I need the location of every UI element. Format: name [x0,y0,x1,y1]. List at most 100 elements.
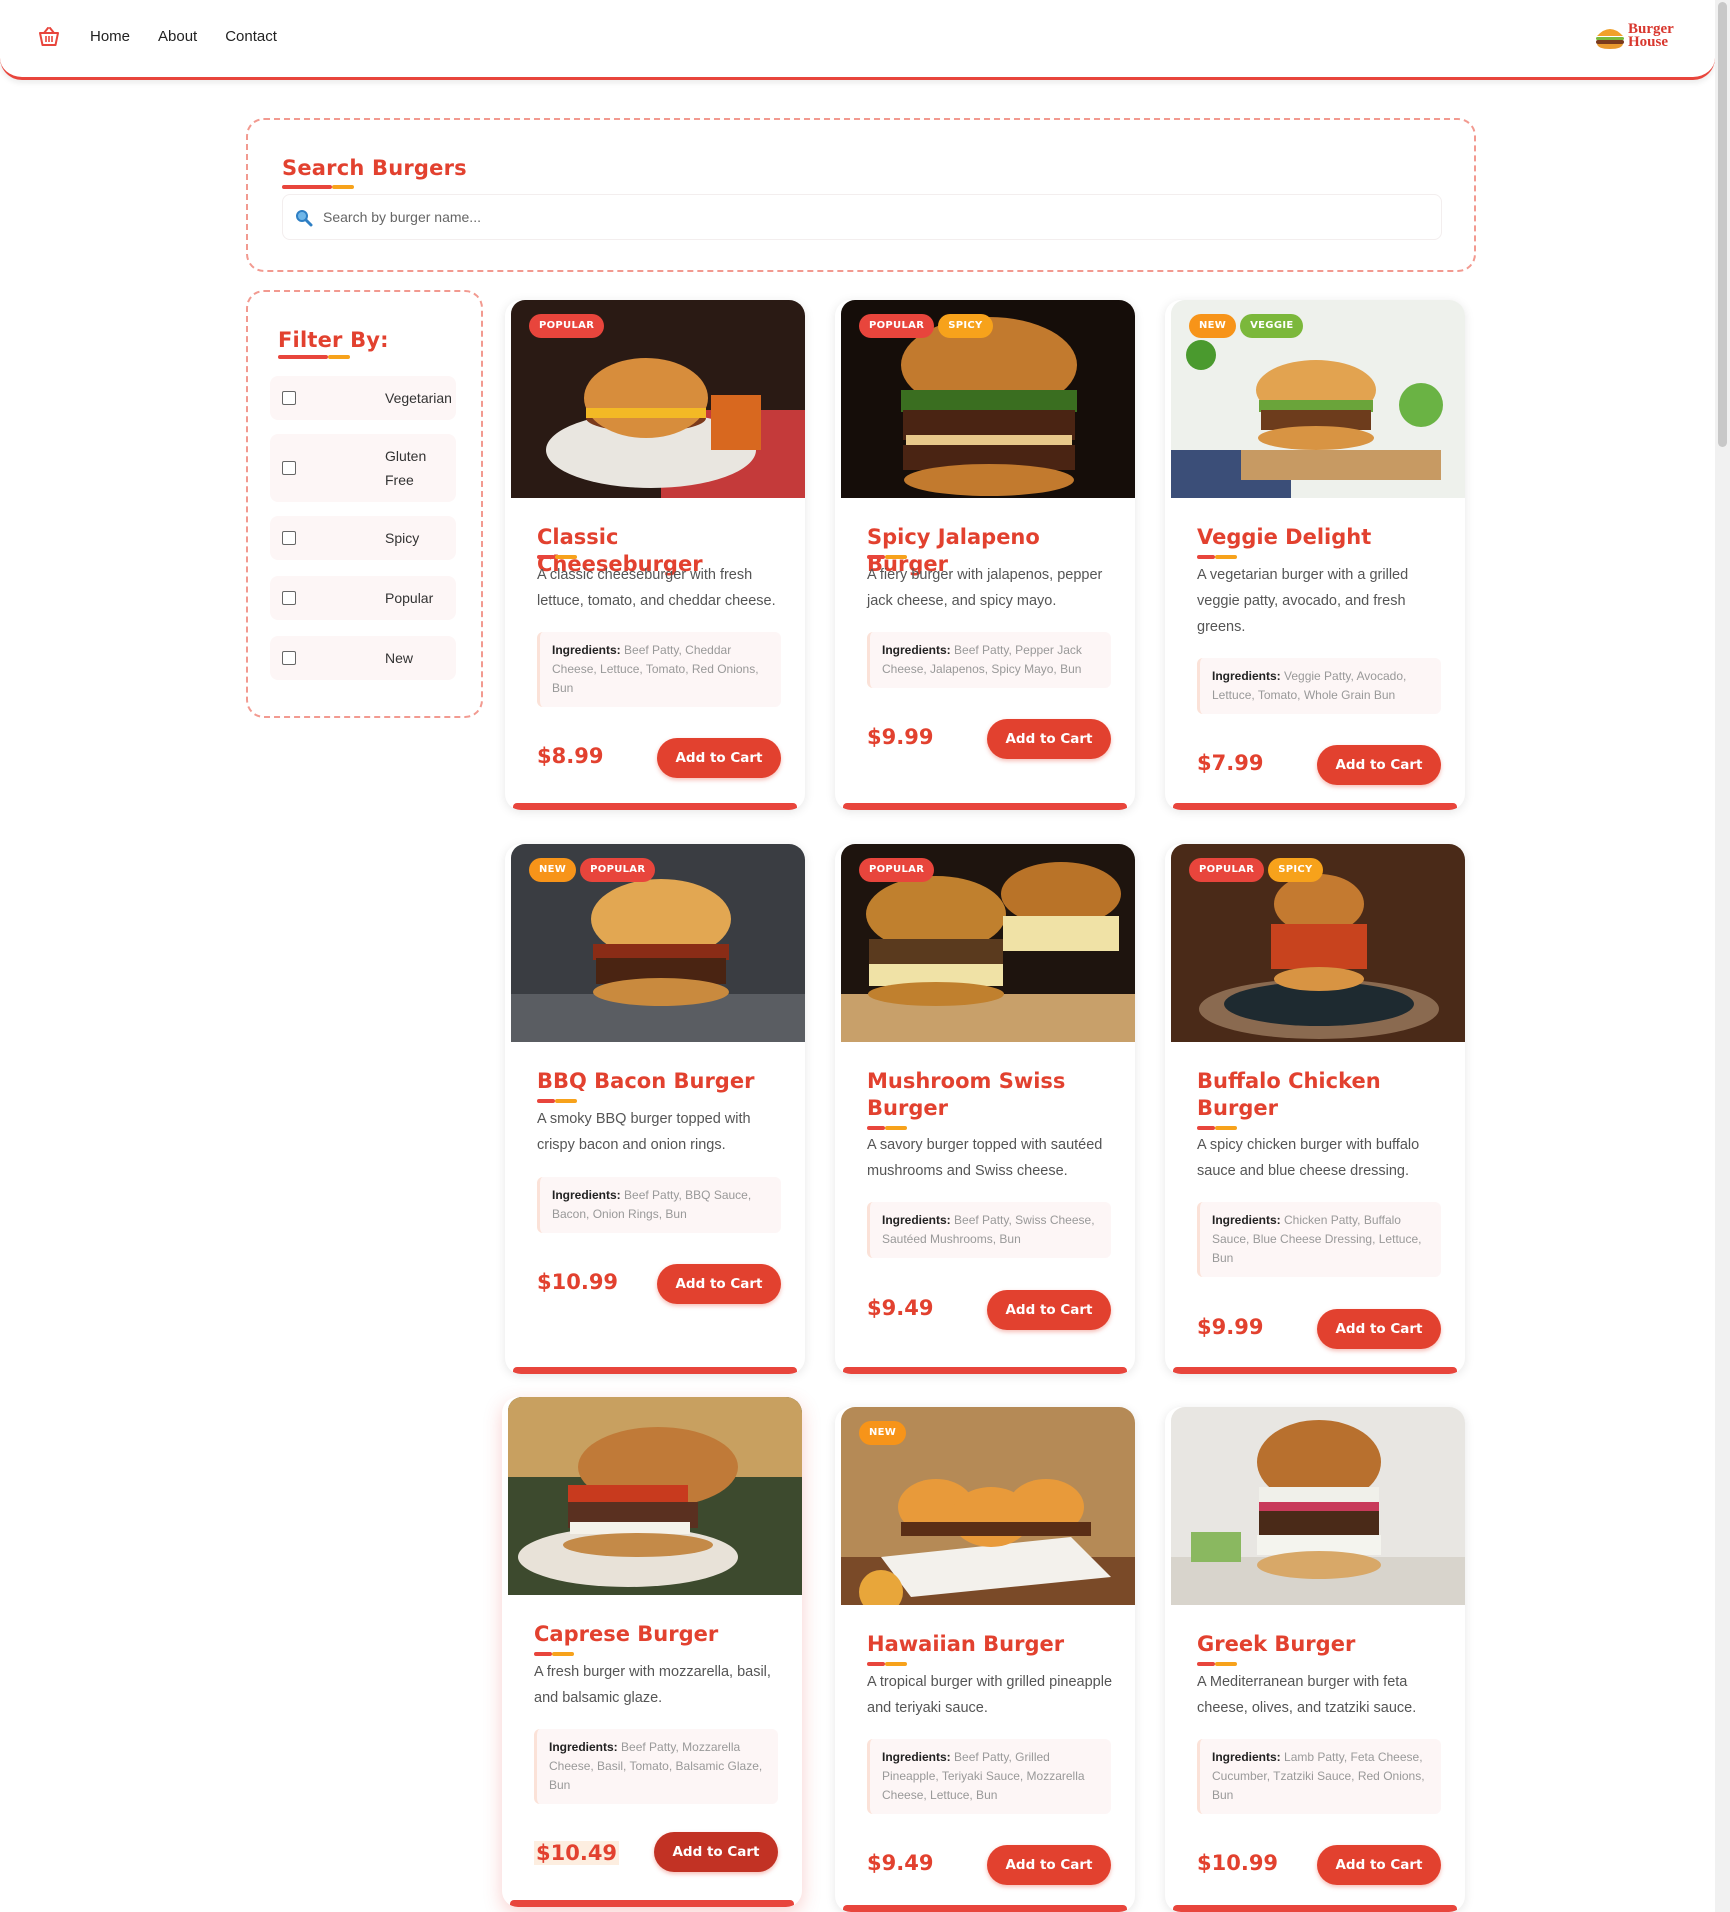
gluten-free-checkbox[interactable] [282,461,296,475]
add-to-cart-button[interactable]: Add to Cart [1317,1845,1441,1885]
title-underline [1197,555,1237,559]
vegetarian-checkbox[interactable] [282,391,296,405]
product-card: Greek Burger A Mediterranean burger with… [1165,1407,1465,1912]
title-underline [537,555,577,559]
burger-name: Buffalo Chicken Burger [1197,1069,1381,1120]
new-badge: NEW [529,858,577,882]
filter-option-label: Gluten Free [385,448,427,488]
filter-option-popular[interactable]: Popular [270,576,456,620]
ingredients-label: Ingredients: [1212,1750,1281,1764]
add-to-cart-button[interactable]: Add to Cart [657,1264,781,1304]
burger-description: A spicy chicken burger with buffalo sauc… [1197,1137,1420,1179]
burger-photo: POPULAR [841,844,1135,1042]
page-scrollbar[interactable] [1715,0,1730,1912]
add-to-cart-button[interactable]: Add to Cart [987,1845,1111,1885]
product-card: NEW Hawaiian Burger A tropical burger wi… [835,1407,1135,1912]
add-to-cart-button[interactable]: Add to Cart [654,1832,778,1872]
add-to-cart-button[interactable]: Add to Cart [657,738,781,778]
filter-option-label: Popular [385,590,434,606]
new-badge: NEW [859,1421,907,1445]
popular-badge: POPULAR [1189,858,1265,882]
spicy-checkbox[interactable] [282,531,296,545]
burger-name: Greek Burger [1197,1632,1356,1656]
burger-name: BBQ Bacon Burger [537,1069,755,1093]
magnifier-icon [296,210,313,227]
product-card: NEW VEGGIE Veggie Delight A vegetarian b… [1165,300,1465,810]
add-to-cart-button[interactable]: Add to Cart [1317,745,1441,785]
top-navbar: Home About Contact Burger House [0,0,1715,80]
badge-group: POPULAR [529,314,605,338]
burger-description: A smoky BBQ burger topped with crispy ba… [537,1111,751,1153]
scrollbar-thumb[interactable] [1718,2,1727,447]
card-accent-bar [843,803,1127,810]
card-accent-bar [843,1367,1127,1374]
burger-price: $10.49 [534,1841,620,1865]
nav-home-link[interactable]: Home [90,26,130,48]
filter-option-gluten-free[interactable]: Gluten Free [270,434,456,502]
popular-checkbox[interactable] [282,591,296,605]
ingredients-label: Ingredients: [882,1750,951,1764]
popular-badge: POPULAR [580,858,656,882]
burger-price: $8.99 [537,744,604,768]
ingredients-box: Ingredients: Beef Patty, Pepper Jack Che… [867,632,1111,688]
nav-about-link[interactable]: About [158,26,197,48]
filter-option-label: Spicy [385,530,420,546]
search-input[interactable] [323,195,1423,239]
burger-price: $9.99 [867,725,934,749]
spicy-badge: SPICY [938,314,993,338]
add-to-cart-button[interactable]: Add to Cart [1317,1309,1441,1349]
product-card: Caprese Burger A fresh burger with mozza… [502,1397,802,1907]
add-to-cart-button[interactable]: Add to Cart [987,1290,1111,1330]
burger-photo: NEW VEGGIE [1171,300,1465,498]
filter-option-vegetarian[interactable]: Vegetarian [270,376,456,420]
popular-badge: POPULAR [529,314,605,338]
burger-description: A fiery burger with jalapenos, pepper ja… [867,567,1103,609]
add-to-cart-button[interactable]: Add to Cart [987,719,1111,759]
card-accent-bar [513,803,797,810]
ingredients-box: Ingredients: Beef Patty, BBQ Sauce, Baco… [537,1177,781,1233]
card-accent-bar [843,1905,1127,1912]
product-card: POPULAR SPICY Spicy Jalapeno Burger A fi… [835,300,1135,810]
burger-photo: NEW POPULAR [511,844,805,1042]
badge-group: NEW POPULAR [529,858,656,882]
popular-badge: POPULAR [859,858,935,882]
filter-option-new[interactable]: New [270,636,456,680]
filter-option-spicy[interactable]: Spicy [270,516,456,560]
burger-description: A fresh burger with mozzarella, basil, a… [534,1664,771,1706]
card-accent-bar [510,1900,794,1907]
nav-contact-link[interactable]: Contact [225,26,277,48]
burger-price: $10.99 [1197,1851,1279,1875]
burger-description: A Mediterranean burger with feta cheese,… [1197,1674,1417,1716]
product-card: NEW POPULAR BBQ Bacon Burger A smoky BBQ… [505,844,805,1374]
new-badge: NEW [1189,314,1237,338]
card-accent-bar [513,1367,797,1374]
card-accent-bar [1173,1905,1457,1912]
shopping-basket-icon[interactable] [38,27,60,47]
ingredients-box: Ingredients: Lamb Patty, Feta Cheese, Cu… [1197,1739,1441,1814]
ingredients-box: Ingredients: Beef Patty, Swiss Cheese, S… [867,1202,1111,1258]
brand-logo[interactable]: Burger House [1595,22,1685,54]
badge-group: POPULAR SPICY [859,314,993,338]
search-field[interactable] [282,194,1442,240]
ingredients-box: Ingredients: Beef Patty, Cheddar Cheese,… [537,632,781,707]
burger-name: Veggie Delight [1197,525,1372,549]
main-nav: Home About Contact [90,26,305,48]
burger-photo: NEW [841,1407,1135,1605]
ingredients-box: Ingredients: Veggie Patty, Avocado, Lett… [1197,658,1441,714]
title-underline [537,1099,577,1103]
filter-option-label: New [385,650,414,666]
ingredients-label: Ingredients: [552,643,621,657]
burger-photo [508,1397,802,1595]
badge-group: NEW [859,1421,907,1445]
burger-price: $9.99 [1197,1315,1264,1339]
burger-name: Mushroom Swiss Burger [867,1069,1066,1120]
ingredients-label: Ingredients: [1212,1213,1281,1227]
ingredients-label: Ingredients: [549,1740,618,1754]
burger-price: $9.49 [867,1851,934,1875]
title-underline [278,355,350,359]
title-underline [1197,1126,1237,1130]
new-checkbox[interactable] [282,651,296,665]
ingredients-box: Ingredients: Beef Patty, Grilled Pineapp… [867,1739,1111,1814]
burger-photo [1171,1407,1465,1605]
badge-group: POPULAR [859,858,935,882]
